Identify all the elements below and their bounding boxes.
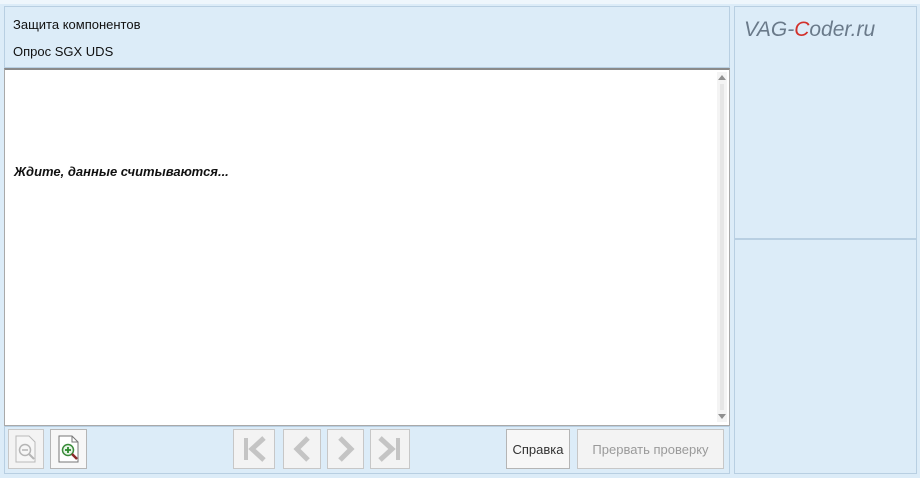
zoom-out-icon xyxy=(15,435,36,463)
zoom-in-button[interactable] xyxy=(50,429,87,469)
watermark-part2: oder.ru xyxy=(809,18,876,41)
scroll-down-icon[interactable] xyxy=(718,414,726,419)
watermark-accent: C xyxy=(794,18,810,41)
top-strip xyxy=(0,0,920,4)
output-pane[interactable]: Ждите, данные считываются... xyxy=(4,68,730,426)
function-header: Защита компонентов Опрос SGX UDS xyxy=(4,6,730,68)
first-page-button[interactable] xyxy=(233,429,275,469)
last-page-button[interactable] xyxy=(370,429,410,469)
help-button[interactable]: Справка xyxy=(506,429,570,469)
app-window: Защита компонентов Опрос SGX UDS Ждите, … xyxy=(0,0,920,478)
abort-check-button[interactable]: Прервать проверку xyxy=(577,429,724,469)
right-panel-lower xyxy=(734,239,917,474)
previous-page-button[interactable] xyxy=(283,429,321,469)
status-message: Ждите, данные считываются... xyxy=(14,164,229,179)
watermark-logo: VAG-Coder.ru xyxy=(744,18,875,42)
next-page-button[interactable] xyxy=(327,429,364,469)
last-page-icon xyxy=(378,436,400,462)
next-page-icon xyxy=(337,436,355,462)
previous-page-icon xyxy=(293,436,310,462)
zoom-in-icon xyxy=(58,435,78,463)
zoom-out-button[interactable] xyxy=(8,429,44,469)
watermark-part1: VAG- xyxy=(744,18,795,41)
scroll-up-icon[interactable] xyxy=(718,75,726,80)
function-subtitle: Опрос SGX UDS xyxy=(13,44,114,59)
function-title: Защита компонентов xyxy=(13,17,141,32)
vertical-scrollbar[interactable] xyxy=(717,72,727,422)
first-page-icon xyxy=(244,436,266,462)
scroll-track[interactable] xyxy=(720,84,724,410)
bottom-toolbar: Справка Прервать проверку xyxy=(4,426,730,474)
